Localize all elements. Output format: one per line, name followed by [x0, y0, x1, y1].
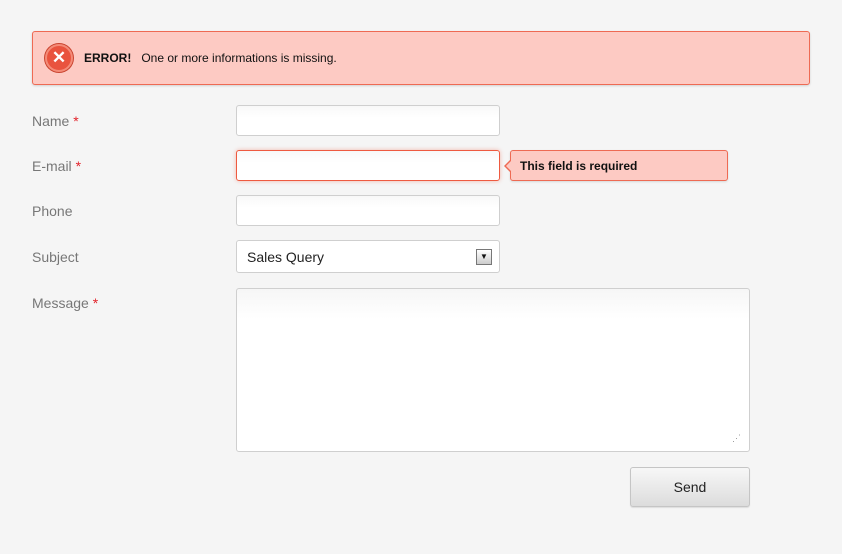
- required-mark: *: [73, 113, 79, 129]
- name-input[interactable]: [236, 105, 500, 136]
- send-button[interactable]: Send: [630, 467, 750, 507]
- email-label-text: E-mail: [32, 158, 72, 174]
- alert-message: One or more informations is missing.: [141, 51, 337, 65]
- chevron-down-icon[interactable]: ▼: [476, 249, 492, 265]
- name-label-text: Name: [32, 113, 70, 129]
- subject-value: Sales Query: [247, 249, 325, 265]
- error-x-icon: ✕: [45, 44, 73, 72]
- message-textarea[interactable]: ⋰: [236, 288, 750, 452]
- email-label: E-mail *: [32, 158, 81, 174]
- phone-label: Phone: [32, 203, 73, 219]
- required-mark: *: [92, 295, 99, 311]
- required-mark: *: [75, 158, 82, 174]
- name-label: Name *: [32, 113, 79, 129]
- subject-select[interactable]: Sales Query ▼: [236, 240, 500, 273]
- error-alert: ✕ ERROR! One or more informations is mis…: [32, 31, 810, 85]
- resize-grip-icon[interactable]: ⋰: [732, 434, 741, 443]
- phone-input[interactable]: [236, 195, 500, 226]
- email-error-tooltip: This field is required: [504, 150, 728, 181]
- message-label-text: Message: [32, 295, 89, 311]
- alert-title: ERROR!: [84, 51, 132, 65]
- email-input[interactable]: [236, 150, 500, 181]
- message-label: Message *: [32, 295, 98, 311]
- subject-label: Subject: [32, 249, 79, 265]
